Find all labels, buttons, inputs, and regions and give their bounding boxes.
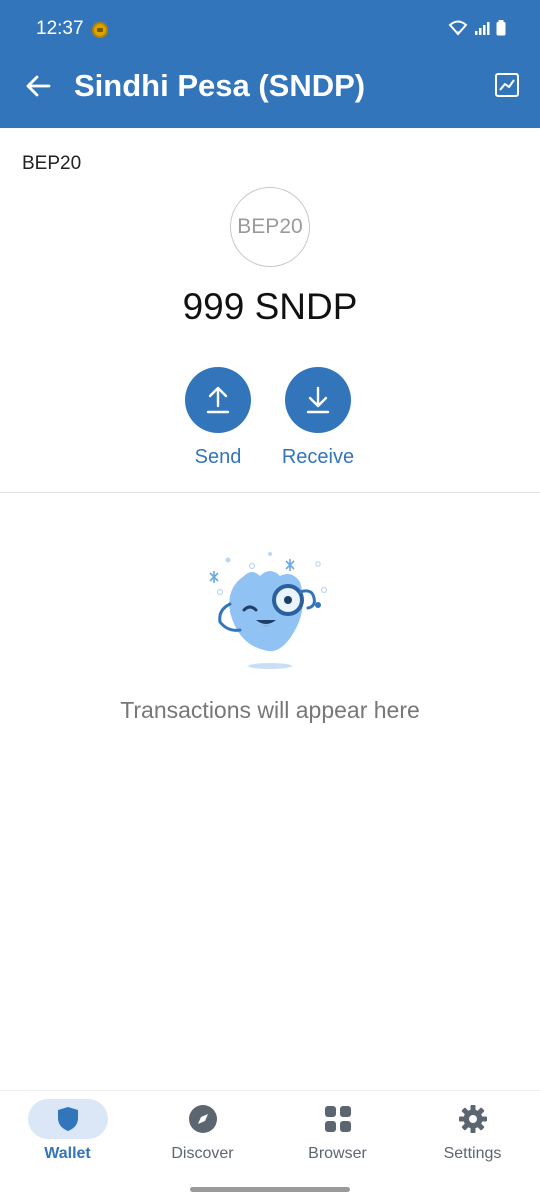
chart-icon bbox=[495, 73, 519, 97]
nav-item-settings[interactable]: Settings bbox=[405, 1099, 540, 1163]
nav-label-settings[interactable]: Settings bbox=[405, 1145, 540, 1163]
nav-browser-icon-wrap[interactable] bbox=[298, 1099, 378, 1139]
token-logo-text: BEP20 bbox=[237, 215, 303, 238]
nav-item-wallet[interactable]: Wallet bbox=[0, 1099, 135, 1163]
bottom-nav: Wallet Discover Browser Settings bbox=[0, 1090, 540, 1200]
receive-button[interactable]: Receive bbox=[268, 367, 368, 469]
home-indicator[interactable] bbox=[190, 1187, 350, 1192]
wifi-icon bbox=[448, 20, 468, 36]
send-label[interactable]: Send bbox=[168, 446, 268, 469]
nav-item-discover[interactable]: Discover bbox=[135, 1099, 270, 1163]
status-bar: 12:37 bbox=[0, 0, 540, 56]
empty-state-message: Transactions will appear here bbox=[120, 697, 420, 723]
price-chart-button[interactable] bbox=[494, 72, 522, 100]
divider bbox=[0, 492, 540, 493]
token-logo: BEP20 bbox=[230, 187, 310, 267]
nav-wallet-icon-wrap[interactable] bbox=[27, 1099, 108, 1139]
shield-icon bbox=[57, 1107, 78, 1131]
app-bar: Sindhi Pesa (SNDP) bbox=[0, 56, 540, 128]
notification-icon bbox=[92, 22, 108, 38]
arrow-left-icon bbox=[26, 75, 51, 97]
upload-icon bbox=[206, 386, 230, 414]
page-title: Sindhi Pesa (SNDP) bbox=[74, 68, 366, 103]
empty-transactions-illustration-icon bbox=[209, 552, 328, 669]
back-button[interactable] bbox=[22, 70, 54, 102]
nav-item-browser[interactable]: Browser bbox=[270, 1099, 405, 1163]
nav-discover-icon-wrap[interactable] bbox=[163, 1099, 243, 1139]
status-icons bbox=[448, 20, 506, 36]
status-time: 12:37 bbox=[36, 18, 84, 39]
signal-icon bbox=[475, 22, 490, 35]
token-balance: 999 SNDP bbox=[182, 286, 358, 327]
nav-label-wallet[interactable]: Wallet bbox=[0, 1145, 135, 1163]
gear-icon bbox=[458, 1105, 487, 1133]
battery-icon bbox=[496, 20, 506, 36]
receive-label[interactable]: Receive bbox=[268, 446, 368, 469]
receive-circle[interactable] bbox=[285, 367, 351, 433]
nav-settings-icon-wrap[interactable] bbox=[433, 1099, 513, 1139]
send-button[interactable]: Send bbox=[168, 367, 268, 469]
nav-label-browser[interactable]: Browser bbox=[270, 1145, 405, 1163]
grid-icon bbox=[324, 1106, 351, 1132]
network-label: BEP20 bbox=[22, 153, 82, 174]
download-icon bbox=[306, 386, 330, 414]
send-circle[interactable] bbox=[185, 367, 251, 433]
compass-icon bbox=[188, 1105, 217, 1133]
nav-label-discover[interactable]: Discover bbox=[135, 1145, 270, 1163]
